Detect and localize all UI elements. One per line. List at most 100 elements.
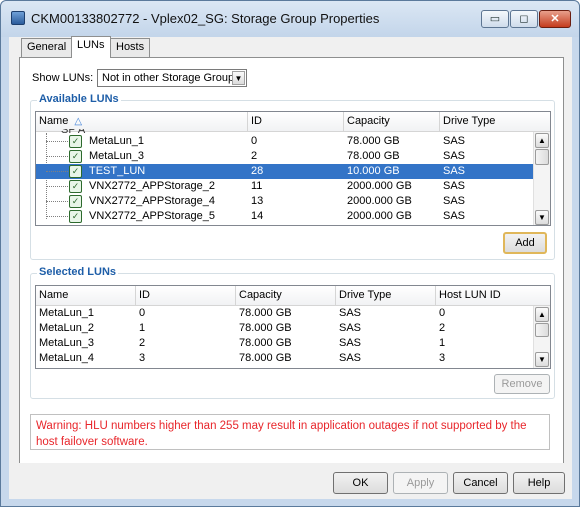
- selected-lun-row[interactable]: MetaLun_2 1 78.000 GB SAS 2: [36, 321, 535, 336]
- sel-lun-id-cell: 2: [139, 337, 146, 349]
- lun-id-cell: 28: [251, 165, 264, 177]
- tree-branch: [46, 156, 68, 157]
- scroll-thumb[interactable]: [535, 149, 549, 165]
- available-lun-row[interactable]: ✓ VNX2772_APPStorage_5 14 2000.000 GB SAS: [36, 209, 535, 224]
- sel-lun-host-lun-id-cell: 10: [436, 366, 451, 368]
- cancel-button-label: Cancel: [463, 477, 498, 489]
- sel-lun-drive-type-cell: SAS: [339, 307, 362, 319]
- lun-capacity-cell: 2000.000 GB: [347, 210, 412, 222]
- sel-lun-name-cell: MetaLun_4: [39, 352, 95, 364]
- maximize-button[interactable]: ◻: [510, 10, 538, 28]
- available-lun-row[interactable]: ✓ MetaLun_3 2 78.000 GB SAS: [36, 149, 535, 164]
- sel-lun-capacity-cell: 78.000 GB: [239, 322, 292, 334]
- sel-lun-name-cell: MetaLun_1: [39, 307, 95, 319]
- ok-button-label: OK: [352, 477, 369, 489]
- scroll-up-icon[interactable]: ▲: [535, 307, 549, 322]
- sel-lun-capacity-cell: 2000.000 GB: [236, 366, 304, 368]
- scroll-thumb[interactable]: [535, 323, 549, 337]
- available-luns-legend: Available LUNs: [37, 93, 121, 105]
- scroll-down-icon[interactable]: ▼: [535, 352, 549, 367]
- lun-drive-type-cell: SAS: [443, 210, 466, 222]
- sel-lun-capacity-cell: 78.000 GB: [239, 307, 292, 319]
- lun-drive-type-cell: SAS: [443, 135, 466, 147]
- sel-column-header-capacity[interactable]: Capacity: [236, 286, 336, 306]
- sel-lun-id-cell: 3: [139, 352, 146, 364]
- lun-icon: ✓: [69, 180, 82, 193]
- lun-id-cell: 0: [251, 135, 258, 147]
- scroll-down-icon[interactable]: ▼: [535, 210, 549, 225]
- lun-id-cell: 2: [251, 150, 258, 162]
- available-scrollbar[interactable]: ▲ ▼: [533, 132, 550, 225]
- selected-lun-row[interactable]: MetaLun_3 2 78.000 GB SAS 1: [36, 336, 535, 351]
- lun-name-cell: VNX2772_APPStorage_4: [89, 195, 215, 207]
- tab-luns[interactable]: LUNs: [71, 36, 111, 58]
- sel-lun-id-cell: 1: [139, 322, 146, 334]
- selected-lun-row[interactable]: MetaLun_1 0 78.000 GB SAS 0: [36, 306, 535, 321]
- sel-lun-drive-type-cell: SAS: [339, 337, 362, 349]
- lun-id-cell: 11: [251, 180, 263, 192]
- show-luns-value: Not in other Storage Groups: [102, 72, 240, 84]
- sel-lun-id-cell: 10: [136, 366, 151, 368]
- lun-capacity-cell: 10.000 GB: [347, 165, 400, 177]
- sel-lun-host-lun-id-cell: 3: [439, 352, 446, 364]
- tab-general[interactable]: General: [21, 38, 73, 57]
- lun-id-cell: 13: [251, 195, 264, 207]
- cancel-button[interactable]: Cancel: [453, 472, 508, 494]
- tree-branch: [46, 171, 68, 172]
- sel-lun-capacity-cell: 78.000 GB: [239, 352, 292, 364]
- selected-lun-row[interactable]: VNX2772_APPSto...102000.000 GBSAS10: [36, 366, 535, 368]
- lun-capacity-cell: 78.000 GB: [347, 150, 400, 162]
- sel-column-header-id[interactable]: ID: [136, 286, 236, 306]
- selected-lun-row[interactable]: MetaLun_4 3 78.000 GB SAS 3: [36, 351, 535, 366]
- selected-luns-group: Selected LUNs Name ID Capacity Drive Typ…: [30, 266, 555, 399]
- add-button-label: Add: [515, 237, 535, 249]
- hlu-warning-message: Warning: HLU numbers higher than 255 may…: [30, 414, 550, 450]
- lun-icon: ✓: [69, 150, 82, 163]
- available-lun-row[interactable]: ✓ VNX2772_APPStorage_2 11 2000.000 GB SAS: [36, 179, 535, 194]
- sel-column-header-name[interactable]: Name: [36, 286, 136, 306]
- minimize-button[interactable]: ▭: [481, 10, 509, 28]
- apply-button[interactable]: Apply: [393, 472, 448, 494]
- lun-name-cell: MetaLun_3: [89, 150, 145, 162]
- available-lun-row[interactable]: ✓ TEST_LUN 28 10.000 GB SAS: [36, 164, 535, 179]
- add-button[interactable]: Add: [503, 232, 547, 254]
- storage-group-properties-window: CKM00133802772 - Vplex02_SG: Storage Gro…: [0, 0, 580, 507]
- lun-icon: ✓: [69, 195, 82, 208]
- show-luns-dropdown[interactable]: Not in other Storage Groups ▼: [97, 69, 247, 87]
- column-name-label: Name: [39, 115, 69, 127]
- sel-lun-name-cell: VNX2772_APPSto...: [36, 366, 140, 368]
- dialog-button-bar: OK Apply Cancel Help: [9, 463, 572, 499]
- lun-name-cell: VNX2772_APPStorage_5: [89, 210, 215, 222]
- ok-button[interactable]: OK: [333, 472, 388, 494]
- app-icon: [11, 11, 25, 25]
- selected-scrollbar[interactable]: ▲ ▼: [533, 306, 550, 368]
- sel-lun-name-cell: MetaLun_3: [39, 337, 95, 349]
- lun-drive-type-cell: SAS: [443, 195, 466, 207]
- dialog-content: General LUNs Hosts Show LUNs: Not in oth…: [9, 36, 572, 499]
- remove-button-label: Remove: [501, 378, 543, 390]
- selected-luns-grid: Name ID Capacity Drive Type Host LUN ID …: [35, 285, 551, 369]
- sel-column-header-host-lun-id[interactable]: Host LUN ID: [436, 286, 535, 306]
- sel-column-header-drive-type[interactable]: Drive Type: [336, 286, 436, 306]
- remove-button[interactable]: Remove: [494, 374, 550, 394]
- tab-hosts[interactable]: Hosts: [110, 38, 151, 57]
- close-button[interactable]: ✕: [539, 10, 571, 28]
- lun-icon: ✓: [69, 210, 82, 223]
- available-lun-row[interactable]: ✓ VNX2772_APPStorage_4 13 2000.000 GB SAS: [36, 194, 535, 209]
- sel-lun-host-lun-id-cell: 2: [439, 322, 446, 334]
- lun-drive-type-cell: SAS: [443, 180, 466, 192]
- scroll-up-icon[interactable]: ▲: [535, 133, 549, 148]
- title-bar[interactable]: CKM00133802772 - Vplex02_SG: Storage Gro…: [1, 1, 579, 37]
- tree-branch: [46, 141, 68, 142]
- sel-lun-name-cell: MetaLun_2: [39, 322, 95, 334]
- lun-capacity-cell: 2000.000 GB: [347, 195, 412, 207]
- sel-lun-host-lun-id-cell: 0: [439, 307, 446, 319]
- sel-lun-id-cell: 0: [139, 307, 146, 319]
- sel-lun-drive-type-cell: SAS: [339, 352, 362, 364]
- sort-ascending-icon: △: [74, 116, 83, 127]
- help-button[interactable]: Help: [513, 472, 565, 494]
- sel-lun-drive-type-cell: SAS: [339, 322, 362, 334]
- selected-grid-header: Name ID Capacity Drive Type Host LUN ID: [36, 286, 550, 306]
- available-lun-row[interactable]: ✓ MetaLun_1 0 78.000 GB SAS: [36, 134, 535, 149]
- chevron-down-icon[interactable]: ▼: [232, 71, 245, 85]
